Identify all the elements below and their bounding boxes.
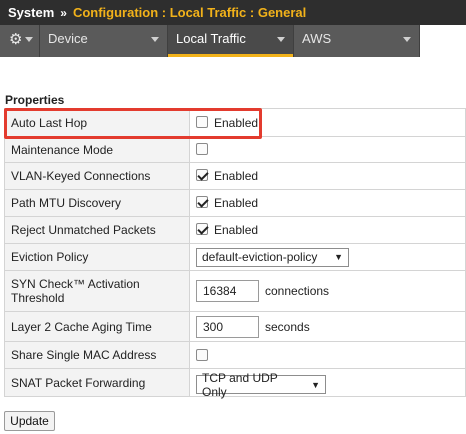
nav-tabs: ⚙ Device Local Traffic AWS xyxy=(0,25,420,57)
share-mac-checkbox[interactable] xyxy=(196,348,208,361)
chevron-down-icon xyxy=(25,37,33,42)
tab-label: Device xyxy=(48,31,88,46)
label-line: SYN Check™ Activation xyxy=(11,277,140,291)
checkbox-label: Enabled xyxy=(214,223,259,238)
unit-label: seconds xyxy=(265,319,310,334)
property-label: Layer 2 Cache Aging Time xyxy=(4,311,190,342)
property-value: Enabled xyxy=(189,108,466,137)
reject-unmatched-checkbox[interactable] xyxy=(196,223,208,236)
table-row: Share Single MAC Address xyxy=(4,341,466,369)
property-label: Reject Unmatched Packets xyxy=(4,216,190,244)
breadcrumb: System » Configuration : Local Traffic :… xyxy=(0,0,466,25)
select-value: default-eviction-policy xyxy=(202,250,318,264)
table-row: Path MTU Discovery Enabled xyxy=(4,189,466,217)
property-label: Maintenance Mode xyxy=(4,136,190,163)
table-row: Maintenance Mode xyxy=(4,136,466,163)
path-mtu-checkbox[interactable] xyxy=(196,196,208,209)
checkbox-label: Enabled xyxy=(214,115,259,130)
property-value: Enabled xyxy=(189,189,466,217)
property-label: Path MTU Discovery xyxy=(4,189,190,217)
table-row: SYN Check™ Activation Threshold 16384 con… xyxy=(4,270,466,312)
section-title: Properties xyxy=(5,93,65,107)
checkbox-label: Enabled xyxy=(214,169,259,184)
property-value: Enabled xyxy=(189,216,466,244)
property-label: SYN Check™ Activation Threshold xyxy=(4,270,190,312)
chevron-down-icon xyxy=(403,37,411,42)
property-value: Enabled xyxy=(189,162,466,190)
nav-bar: ⚙ Device Local Traffic AWS xyxy=(0,25,466,57)
unit-label: connections xyxy=(265,284,330,298)
syn-check-threshold-input[interactable]: 16384 xyxy=(196,280,259,302)
tab-label: Local Traffic xyxy=(176,31,246,46)
breadcrumb-separator: » xyxy=(60,5,67,20)
chevron-down-icon xyxy=(151,37,159,42)
property-value: 16384 connections xyxy=(189,270,466,312)
tab-local-traffic[interactable]: Local Traffic xyxy=(168,25,294,57)
property-value xyxy=(189,341,466,369)
tab-label: AWS xyxy=(302,31,332,46)
tab-aws[interactable]: AWS xyxy=(294,25,420,57)
breadcrumb-root[interactable]: System xyxy=(8,5,54,20)
eviction-policy-select[interactable]: default-eviction-policy ▼ xyxy=(196,247,349,267)
properties-table: Auto Last Hop Enabled Maintenance Mode V… xyxy=(4,108,466,399)
label-line: Threshold xyxy=(11,291,65,305)
vlan-keyed-checkbox[interactable] xyxy=(196,169,208,182)
property-label: Auto Last Hop xyxy=(4,108,190,137)
property-label: SNAT Packet Forwarding xyxy=(4,368,190,397)
tab-device[interactable]: Device xyxy=(40,25,168,57)
dropdown-arrow-icon: ▼ xyxy=(334,252,343,262)
auto-last-hop-checkbox[interactable] xyxy=(196,115,208,128)
snat-forwarding-select[interactable]: TCP and UDP Only ▼ xyxy=(196,371,326,399)
maintenance-mode-checkbox[interactable] xyxy=(196,143,208,156)
table-row: Eviction Policy default-eviction-policy … xyxy=(4,243,466,271)
property-value: TCP and UDP Only ▼ xyxy=(189,368,466,399)
property-value xyxy=(189,136,466,163)
select-value: TCP and UDP Only xyxy=(202,370,278,399)
l2-cache-aging-input[interactable]: 300 xyxy=(196,315,259,338)
gear-icon: ⚙ xyxy=(9,31,23,48)
table-row: Layer 2 Cache Aging Time 300 seconds xyxy=(4,311,466,342)
property-label: VLAN-Keyed Connections xyxy=(4,162,190,190)
settings-menu-tab[interactable]: ⚙ xyxy=(0,25,40,57)
table-row: SNAT Packet Forwarding TCP and UDP Only … xyxy=(4,368,466,399)
breadcrumb-path: Configuration : Local Traffic : General xyxy=(72,5,307,20)
property-value: default-eviction-policy ▼ xyxy=(189,243,466,271)
chevron-down-icon xyxy=(277,37,285,42)
checkbox-label: Enabled xyxy=(214,196,259,211)
property-label: Share Single MAC Address xyxy=(4,341,190,369)
table-row: VLAN-Keyed Connections Enabled xyxy=(4,162,466,190)
table-row: Auto Last Hop Enabled xyxy=(4,108,466,137)
table-row: Reject Unmatched Packets Enabled xyxy=(4,216,466,244)
property-value: 300 seconds xyxy=(189,311,466,342)
dropdown-arrow-icon: ▼ xyxy=(311,379,320,390)
property-label: Eviction Policy xyxy=(4,243,190,271)
update-button[interactable]: Update xyxy=(4,411,55,431)
